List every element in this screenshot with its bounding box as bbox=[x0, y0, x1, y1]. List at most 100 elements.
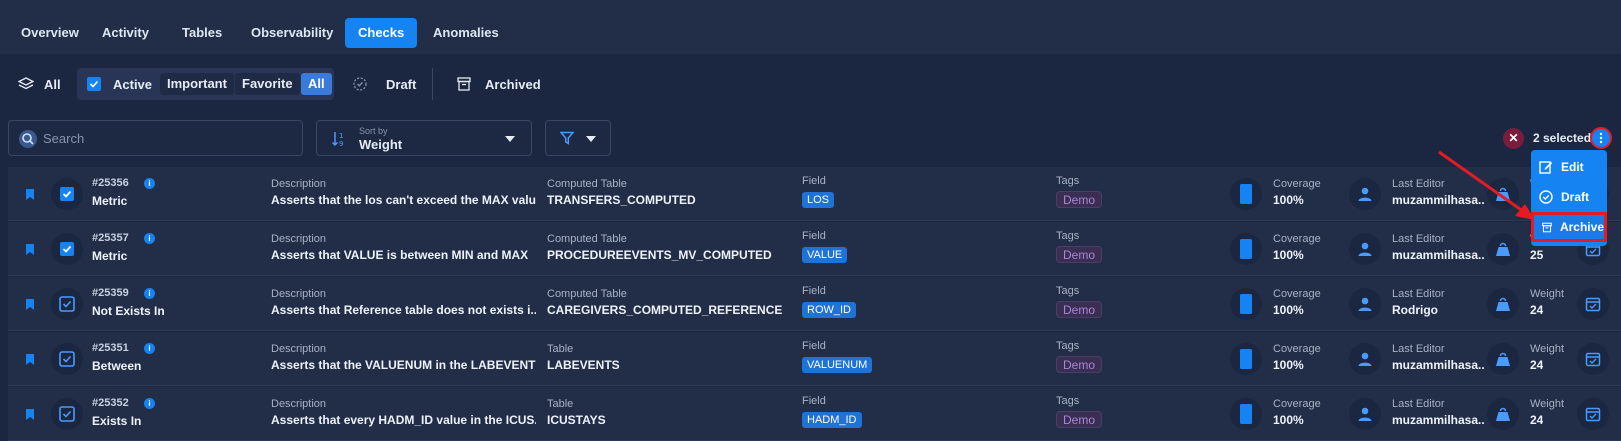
last-editor-label: Last Editor bbox=[1392, 398, 1445, 410]
description-value: Asserts that every HADM_ID value in the … bbox=[271, 413, 536, 427]
chevron-down-icon bbox=[586, 136, 596, 142]
tags-label: Tags bbox=[1056, 285, 1080, 297]
table-value: TRANSFERS_COMPUTED bbox=[547, 193, 696, 207]
last-editor-value: muzammilhasa... bbox=[1392, 248, 1484, 262]
checkbox-checked-icon bbox=[87, 77, 101, 91]
check-square-icon bbox=[58, 405, 76, 423]
archive-box-icon bbox=[1542, 222, 1552, 232]
table-value: PROCEDUREEVENTS_MV_COMPUTED bbox=[547, 248, 772, 262]
status-active-filter[interactable]: Active bbox=[87, 68, 152, 100]
tab-anomalies[interactable]: Anomalies bbox=[420, 18, 512, 48]
tab-observability[interactable]: Observability bbox=[238, 18, 346, 48]
status-active-label: Active bbox=[113, 76, 153, 92]
bookmark-icon[interactable] bbox=[26, 299, 34, 310]
rule-type: Metric bbox=[92, 194, 128, 208]
field-label: Field bbox=[802, 395, 826, 407]
coverage-icon bbox=[1230, 398, 1262, 430]
selected-count: 2 selected bbox=[1533, 131, 1592, 145]
sort-value: Weight bbox=[359, 137, 403, 152]
menu-item-edit[interactable]: Edit bbox=[1531, 152, 1607, 182]
chevron-down-icon bbox=[505, 136, 515, 142]
field-label: Field bbox=[802, 175, 826, 187]
search-input[interactable] bbox=[43, 121, 293, 155]
row-checkbox[interactable] bbox=[51, 233, 83, 265]
table-row[interactable]: #25359 i Not Exists In Description Asserts t… bbox=[8, 277, 1621, 331]
info-icon[interactable]: i bbox=[144, 288, 155, 299]
menu-item-archive[interactable]: Archive bbox=[1531, 212, 1607, 242]
draft-check-icon bbox=[1539, 190, 1553, 204]
menu-item-draft-label: Draft bbox=[1561, 190, 1590, 204]
close-icon: ✕ bbox=[1508, 131, 1519, 145]
sort-dropdown[interactable]: 19 Sort by Weight bbox=[316, 120, 532, 156]
status-all-filter[interactable]: All bbox=[18, 68, 61, 100]
row-checkbox[interactable] bbox=[51, 288, 83, 320]
user-avatar-icon bbox=[1349, 178, 1381, 210]
menu-item-edit-label: Edit bbox=[1561, 160, 1584, 174]
svg-text:9: 9 bbox=[339, 140, 343, 148]
field-value: HADM_ID bbox=[802, 412, 862, 428]
tags-label: Tags bbox=[1056, 230, 1080, 242]
info-icon[interactable]: i bbox=[144, 398, 155, 409]
selection-bar: ✕ 2 selected bbox=[1503, 127, 1591, 149]
tab-overview[interactable]: Overview bbox=[8, 18, 92, 48]
bookmark-icon[interactable] bbox=[26, 409, 34, 420]
info-icon[interactable]: i bbox=[144, 233, 155, 244]
clear-selection-button[interactable]: ✕ bbox=[1503, 127, 1524, 149]
tab-checks[interactable]: Checks bbox=[345, 18, 418, 48]
table-row[interactable]: #25351 i Between Description Asserts that th… bbox=[8, 332, 1621, 386]
info-icon[interactable]: i bbox=[144, 343, 155, 354]
user-avatar-icon bbox=[1349, 343, 1381, 375]
coverage-label: Coverage bbox=[1273, 343, 1321, 355]
tag-badge: Demo bbox=[1056, 246, 1103, 263]
table-row[interactable]: #25356 i Metric Description Asserts that the… bbox=[8, 167, 1621, 221]
coverage-icon bbox=[1230, 288, 1262, 320]
status-archived-filter[interactable]: Archived bbox=[457, 68, 541, 100]
coverage-icon bbox=[1230, 343, 1262, 375]
filter-button[interactable] bbox=[545, 120, 611, 156]
bookmark-icon[interactable] bbox=[26, 244, 34, 255]
row-checkbox[interactable] bbox=[51, 178, 83, 210]
weight-icon bbox=[1487, 288, 1519, 320]
check-square-icon bbox=[58, 350, 76, 368]
weight-value: 25 bbox=[1530, 248, 1544, 262]
row-checkbox[interactable] bbox=[51, 398, 83, 430]
subfilter-favorite[interactable]: Favorite bbox=[235, 73, 300, 95]
check-id: #25359 bbox=[92, 287, 129, 299]
bookmark-icon[interactable] bbox=[26, 354, 34, 365]
coverage-value: 100% bbox=[1273, 358, 1304, 372]
calendar-check-icon[interactable] bbox=[1577, 343, 1609, 375]
info-icon[interactable]: i bbox=[144, 178, 155, 189]
status-archived-label: Archived bbox=[485, 76, 541, 92]
tab-tables[interactable]: Tables bbox=[169, 18, 235, 48]
checkbox-checked-icon bbox=[58, 185, 76, 203]
tab-activity[interactable]: Activity bbox=[89, 18, 162, 48]
menu-item-draft[interactable]: Draft bbox=[1531, 182, 1607, 212]
archive-box-icon bbox=[457, 77, 471, 91]
weight-value: 24 bbox=[1530, 303, 1544, 317]
last-editor-label: Last Editor bbox=[1392, 343, 1445, 355]
weight-label: Weight bbox=[1530, 288, 1565, 300]
table-row[interactable]: #25352 i Exists In Description Asserts that … bbox=[8, 387, 1621, 441]
field-label: Field bbox=[802, 285, 826, 297]
table-row[interactable]: #25357 i Metric Description Asserts that VAL… bbox=[8, 222, 1621, 276]
coverage-label: Coverage bbox=[1273, 233, 1321, 245]
weight-icon bbox=[1487, 398, 1519, 430]
description-value: Asserts that the VALUENUM in the LABEVEN… bbox=[271, 358, 536, 372]
checkbox-checked-icon bbox=[58, 240, 76, 258]
weight-icon bbox=[1487, 343, 1519, 375]
weight-value: 24 bbox=[1530, 413, 1544, 427]
bookmark-icon[interactable] bbox=[26, 189, 34, 200]
description-value: Asserts that VALUE is between MIN and MA… bbox=[271, 248, 529, 262]
subfilter-all[interactable]: All bbox=[301, 73, 332, 95]
last-editor-value: Rodrigo bbox=[1392, 303, 1438, 317]
more-actions-button[interactable] bbox=[1590, 127, 1612, 149]
table-value: ICUSTAYS bbox=[547, 413, 606, 427]
calendar-check-icon[interactable] bbox=[1577, 398, 1609, 430]
subfilter-important[interactable]: Important bbox=[160, 73, 234, 95]
row-checkbox[interactable] bbox=[51, 343, 83, 375]
search-icon bbox=[19, 130, 37, 148]
calendar-check-icon[interactable] bbox=[1577, 288, 1609, 320]
user-avatar-icon bbox=[1349, 398, 1381, 430]
status-draft-filter[interactable]: Draft bbox=[352, 68, 416, 100]
sort-icon: 19 bbox=[331, 132, 343, 148]
